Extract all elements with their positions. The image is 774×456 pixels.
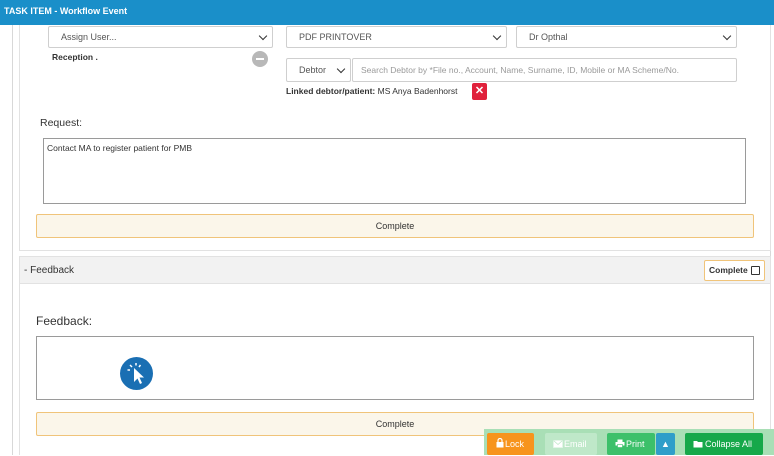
checkbox-icon (751, 266, 760, 275)
folder-open-icon (693, 434, 704, 456)
pointer-click-icon (120, 357, 153, 390)
feedback-header-complete-label: Complete (709, 265, 748, 275)
window-title: TASK ITEM - Workflow Event (0, 0, 774, 25)
chevron-down-icon (336, 64, 346, 74)
debtor-search-input[interactable] (352, 58, 737, 82)
assign-user-select-value: Assign User... (61, 32, 117, 42)
collapse-all-label: Collapse All (705, 439, 753, 449)
lock-button[interactable]: Lock (487, 433, 534, 455)
unlink-debtor-button[interactable]: ✕ (472, 83, 487, 100)
request-complete-button[interactable]: Complete (36, 214, 754, 238)
chevron-down-icon (258, 31, 268, 41)
print-template-select-value: PDF PRINTOVER (299, 32, 372, 42)
left-divider (12, 25, 13, 455)
lock-icon (496, 434, 504, 456)
collapse-all-button[interactable]: Collapse All (685, 433, 763, 455)
print-button[interactable]: Print (607, 433, 655, 455)
caret-up-icon: ▲ (661, 439, 670, 449)
printer-icon (615, 434, 625, 456)
email-label: Email (564, 439, 587, 449)
doctor-select-value: Dr Opthal (529, 32, 568, 42)
feedback-section-title: - Feedback (24, 265, 75, 276)
chevron-down-icon (492, 31, 502, 41)
feedback-header-complete-toggle[interactable]: Complete (704, 260, 765, 281)
request-label: Request: (40, 117, 83, 129)
doctor-select[interactable]: Dr Opthal (516, 26, 737, 48)
print-label: Print (626, 439, 645, 449)
chevron-down-icon (722, 31, 732, 41)
remove-group-button[interactable] (252, 51, 268, 67)
assigned-group-label: Reception . (52, 52, 98, 62)
print-template-select[interactable]: PDF PRINTOVER (286, 26, 507, 48)
email-button[interactable]: Email (545, 433, 597, 455)
linked-debtor-value: MS Anya Badenhorst (377, 86, 458, 96)
assign-user-select[interactable]: Assign User... (48, 26, 273, 48)
linked-debtor-line: Linked debtor/patient: MS Anya Badenhors… (286, 86, 457, 96)
feedback-label: Feedback: (36, 314, 93, 328)
print-options-toggle[interactable]: ▲ (656, 433, 675, 455)
debtor-type-select-value: Debtor (299, 65, 327, 75)
debtor-type-select[interactable]: Debtor (286, 58, 351, 82)
linked-debtor-label: Linked debtor/patient: (286, 86, 376, 96)
close-icon: ✕ (474, 85, 485, 97)
feedback-section-header[interactable]: - Feedback Complete (19, 256, 771, 284)
envelope-icon (553, 434, 563, 456)
lock-label: Lock (505, 439, 525, 449)
request-textarea[interactable]: Contact MA to register patient for PMB (43, 138, 746, 204)
